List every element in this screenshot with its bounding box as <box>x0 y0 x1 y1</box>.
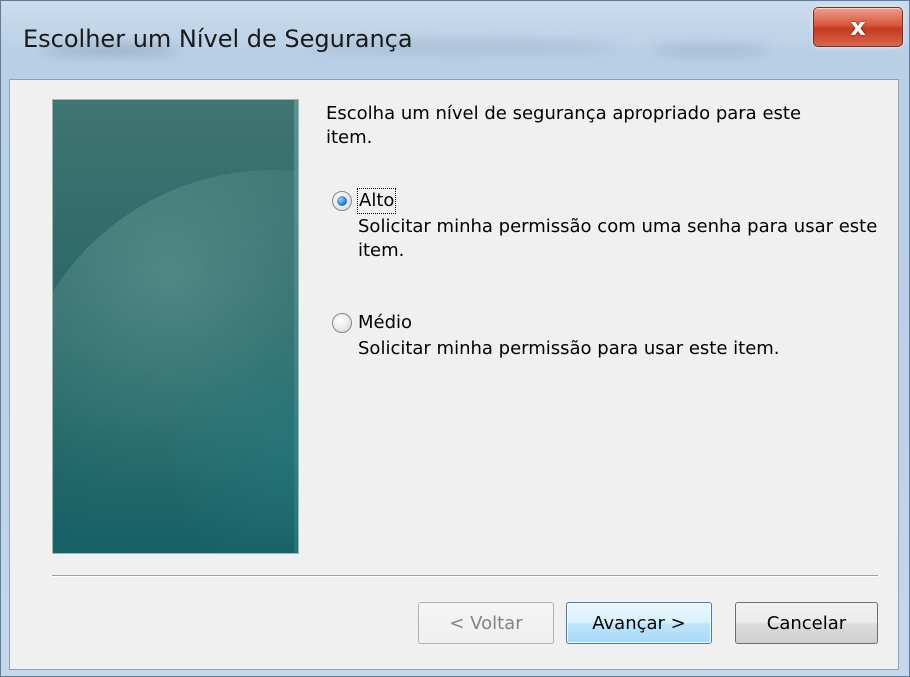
option-high[interactable]: Alto Solicitar minha permissão com uma s… <box>332 188 877 269</box>
radio-high[interactable] <box>332 191 352 211</box>
window-title: Escolher um Nível de Segurança <box>23 25 413 53</box>
close-button[interactable]: x <box>813 7 903 47</box>
radio-medium[interactable] <box>332 313 352 333</box>
separator <box>52 575 878 577</box>
side-image-edge <box>294 100 298 553</box>
close-icon: x <box>850 13 866 41</box>
dialog-window: Escolher um Nível de Segurança x Escolha… <box>0 0 910 677</box>
radio-medium-description: Solicitar minha permissão para usar este… <box>358 338 780 359</box>
option-medium[interactable]: Médio Solicitar minha permissão para usa… <box>332 311 872 363</box>
wizard-side-image <box>52 99 299 554</box>
radio-high-label[interactable]: Alto <box>356 188 397 214</box>
dialog-content: Escolha um nível de segurança apropriado… <box>9 79 899 670</box>
next-button[interactable]: Avançar > <box>566 602 712 644</box>
title-bar[interactable]: Escolher um Nível de Segurança <box>1 1 909 79</box>
back-button[interactable]: < Voltar <box>418 602 554 644</box>
radio-medium-label[interactable]: Médio <box>358 311 412 335</box>
cancel-button[interactable]: Cancelar <box>735 602 878 644</box>
instruction-text: Escolha um nível de segurança apropriado… <box>326 103 802 148</box>
radio-high-description: Solicitar minha permissão com uma senha … <box>358 216 878 261</box>
